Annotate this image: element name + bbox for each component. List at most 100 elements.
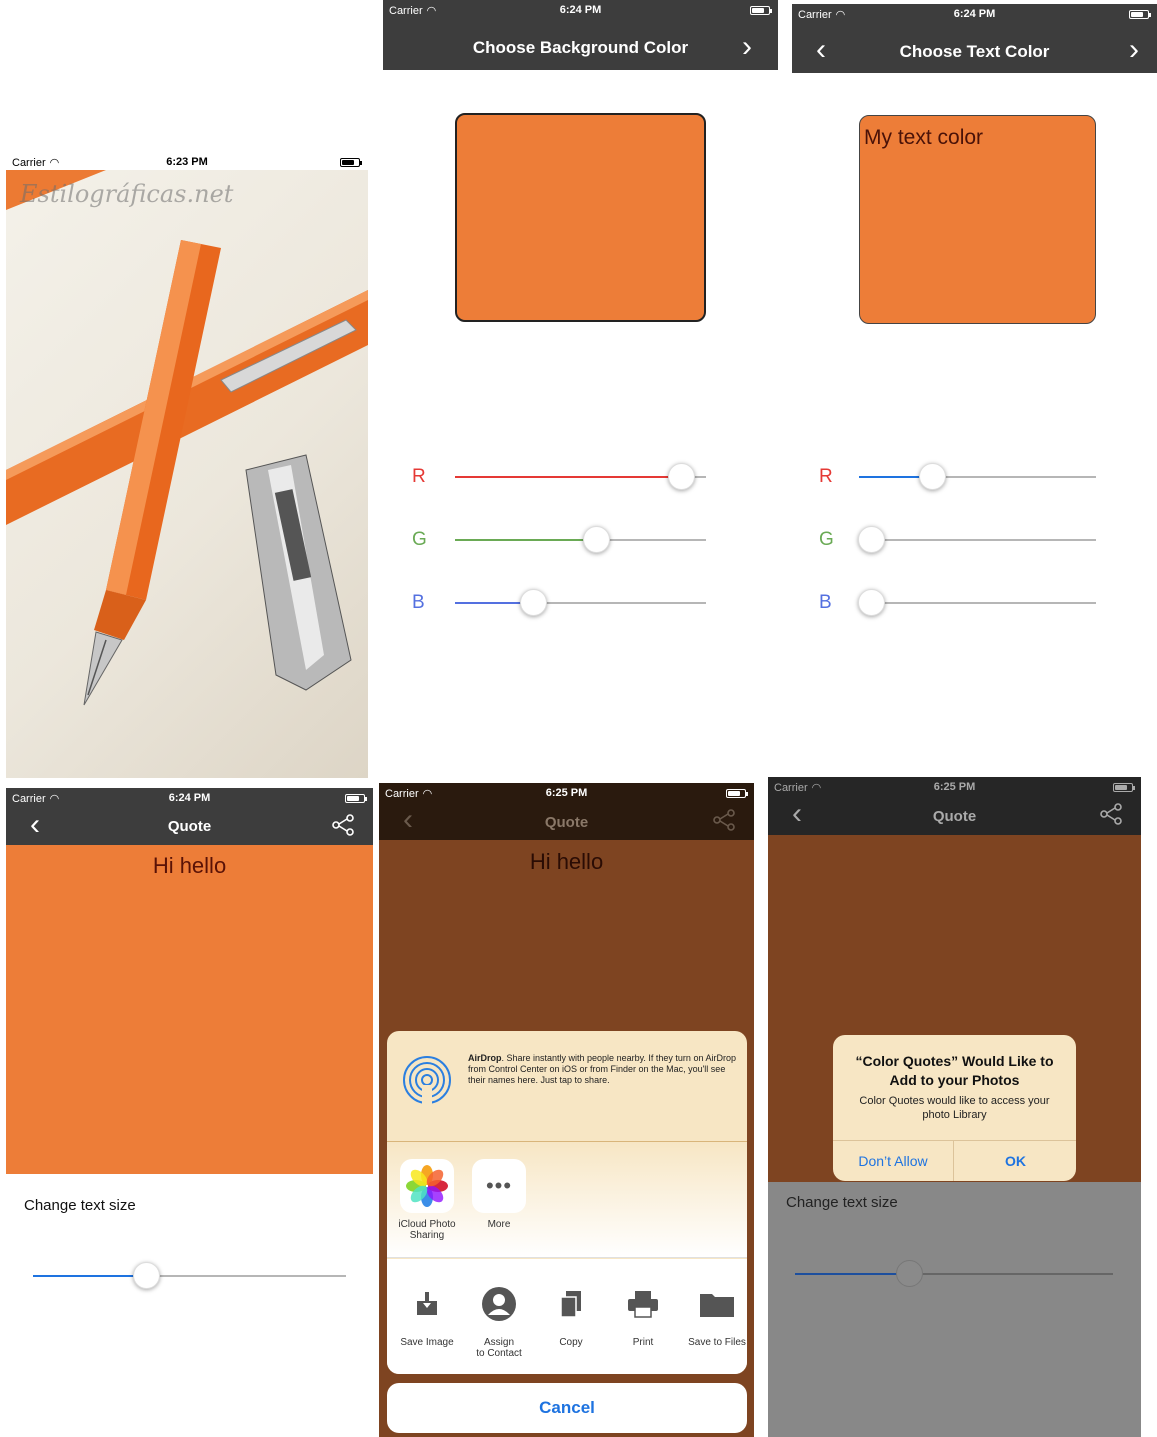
alert-title: “Color Quotes” Would Like to Add to your…	[855, 1053, 1054, 1088]
status-time: 6:24 PM	[953, 8, 996, 20]
status-time: 6:25 PM	[933, 781, 976, 793]
share-item-save-image[interactable]: Save Image	[398, 1277, 456, 1348]
b-slider-thumb[interactable]	[857, 589, 885, 616]
status-time: 6:24 PM	[168, 792, 211, 804]
pen-photo: Estilográficas.net	[6, 170, 368, 778]
app-row: iCloud Photo Sharing ••• More	[387, 1142, 747, 1258]
share-icon[interactable]	[331, 814, 355, 841]
r-label: R	[819, 466, 833, 487]
ok-button[interactable]: OK	[955, 1141, 1076, 1181]
battery-icon	[1129, 10, 1151, 19]
pen-illustration	[6, 170, 368, 706]
more-icon: •••	[472, 1159, 526, 1213]
r-slider[interactable]	[859, 463, 1096, 490]
b-label: B	[412, 592, 425, 613]
navbar: Carrier ◠ 6:24 PM Choose Background Color…	[383, 0, 778, 70]
share-item-label: More	[487, 1219, 511, 1230]
folder-icon	[690, 1277, 744, 1331]
r-label: R	[412, 466, 426, 487]
alert-dialog: “Color Quotes” Would Like to Add to your…	[833, 1035, 1076, 1181]
dont-allow-button[interactable]: Don’t Allow	[833, 1141, 954, 1181]
share-item-icloud-photo-sharing[interactable]: iCloud Photo Sharing	[398, 1159, 456, 1241]
g-slider[interactable]	[857, 526, 1096, 553]
share-item-label: Save Image	[400, 1337, 454, 1348]
text-size-slider[interactable]	[795, 1260, 1113, 1287]
quote-text: Hi hello	[152, 853, 227, 878]
background-color-preview	[455, 113, 706, 322]
share-icon[interactable]	[1099, 803, 1123, 830]
print-icon	[616, 1277, 670, 1331]
b-slider[interactable]	[455, 589, 706, 616]
contact-icon	[472, 1277, 526, 1331]
share-item-assign-to-contact[interactable]: Assign to Contact	[470, 1277, 528, 1359]
battery-icon	[340, 158, 362, 167]
g-label: G	[819, 529, 834, 550]
status-bar: Carrier ◠ 6:25 PM	[379, 783, 754, 803]
g-label: G	[412, 529, 427, 550]
share-item-label-line2: to Contact	[476, 1348, 522, 1359]
background-color-screen: Carrier ◠ 6:24 PM Choose Background Color…	[383, 0, 778, 650]
chevron-right-icon[interactable]: ›	[742, 32, 752, 62]
battery-icon	[726, 789, 748, 798]
airdrop-title: AirDrop	[468, 1053, 502, 1063]
text-size-slider-fill	[33, 1275, 146, 1277]
cancel-button[interactable]: Cancel	[387, 1383, 747, 1433]
status-time: 6:25 PM	[545, 787, 588, 799]
b-slider-thumb[interactable]	[519, 589, 547, 616]
airdrop-text: . Share instantly with people nearby. If…	[468, 1053, 736, 1085]
airdrop-section: AirDrop. Share instantly with people nea…	[387, 1031, 747, 1142]
save-image-icon	[400, 1277, 454, 1331]
share-item-label: Assign	[483, 1337, 514, 1348]
airdrop-icon[interactable]	[402, 1055, 452, 1110]
quote-card: Hi hello	[6, 845, 373, 1174]
battery-icon	[1113, 783, 1135, 792]
share-icon[interactable]	[712, 809, 736, 836]
watermark: Estilográficas.net	[20, 180, 234, 208]
chevron-right-icon[interactable]: ›	[1129, 35, 1139, 65]
navbar: Carrier ◠ 6:24 PM ‹ Quote	[6, 788, 373, 845]
status-bar: Carrier ◠ 6:24 PM	[6, 788, 373, 808]
change-text-size-label: Change text size	[786, 1194, 898, 1211]
share-item-print[interactable]: Print	[614, 1277, 672, 1348]
share-item-copy[interactable]: Copy	[542, 1277, 600, 1348]
quote-screen: Carrier ◠ 6:24 PM ‹ Quote Hi hello Change…	[6, 788, 373, 1437]
share-sheet: AirDrop. Share instantly with people nea…	[387, 1031, 747, 1374]
text-size-slider[interactable]	[33, 1262, 346, 1289]
preview-text: My text color	[864, 126, 984, 149]
share-item-label: Save to Files	[688, 1337, 746, 1348]
quote-text: Hi hello	[529, 849, 604, 874]
share-item-label: iCloud Photo	[398, 1219, 456, 1230]
r-slider-thumb[interactable]	[667, 463, 695, 490]
share-item-label: Copy	[559, 1337, 583, 1348]
share-item-label: Print	[632, 1337, 654, 1348]
status-bar: Carrier ◠ 6:25 PM	[768, 777, 1141, 797]
airdrop-description: AirDrop. Share instantly with people nea…	[468, 1053, 736, 1086]
text-color-preview: My text color	[859, 115, 1096, 324]
status-time: 6:24 PM	[559, 4, 602, 16]
navbar: Carrier ◠ 6:25 PM ‹ Quote	[379, 783, 754, 840]
b-slider[interactable]	[857, 589, 1096, 616]
navbar: Carrier ◠ 6:24 PM ‹ Choose Text Color ›	[792, 4, 1157, 73]
r-slider[interactable]	[455, 463, 706, 490]
g-slider-thumb[interactable]	[857, 526, 885, 553]
battery-icon	[750, 6, 772, 15]
text-size-slider-thumb[interactable]	[132, 1262, 160, 1289]
text-color-screen: Carrier ◠ 6:24 PM ‹ Choose Text Color › M…	[792, 4, 1157, 654]
copy-icon	[544, 1277, 598, 1331]
share-item-more[interactable]: ••• More	[470, 1159, 528, 1230]
alert-message: Color Quotes would like to access your p…	[859, 1095, 1050, 1121]
battery-icon	[345, 794, 367, 803]
navbar: Carrier ◠ 6:25 PM ‹ Quote	[768, 777, 1141, 835]
share-item-save-to-files[interactable]: Save to Files	[686, 1277, 747, 1348]
g-slider-thumb[interactable]	[582, 526, 610, 553]
text-size-slider-fill	[795, 1273, 910, 1275]
text-size-slider-thumb[interactable]	[896, 1260, 924, 1287]
b-label: B	[819, 592, 832, 613]
action-row: Save Image Assign to Contact Copy Print	[387, 1259, 747, 1374]
share-item-label-line2: Sharing	[409, 1230, 445, 1241]
page-title: Quote	[167, 818, 212, 835]
status-time: 6:23 PM	[166, 156, 208, 168]
permission-alert-screen: Carrier ◠ 6:25 PM ‹ Quote Change text siz…	[768, 777, 1141, 1437]
g-slider[interactable]	[455, 526, 706, 553]
r-slider-thumb[interactable]	[919, 463, 947, 490]
